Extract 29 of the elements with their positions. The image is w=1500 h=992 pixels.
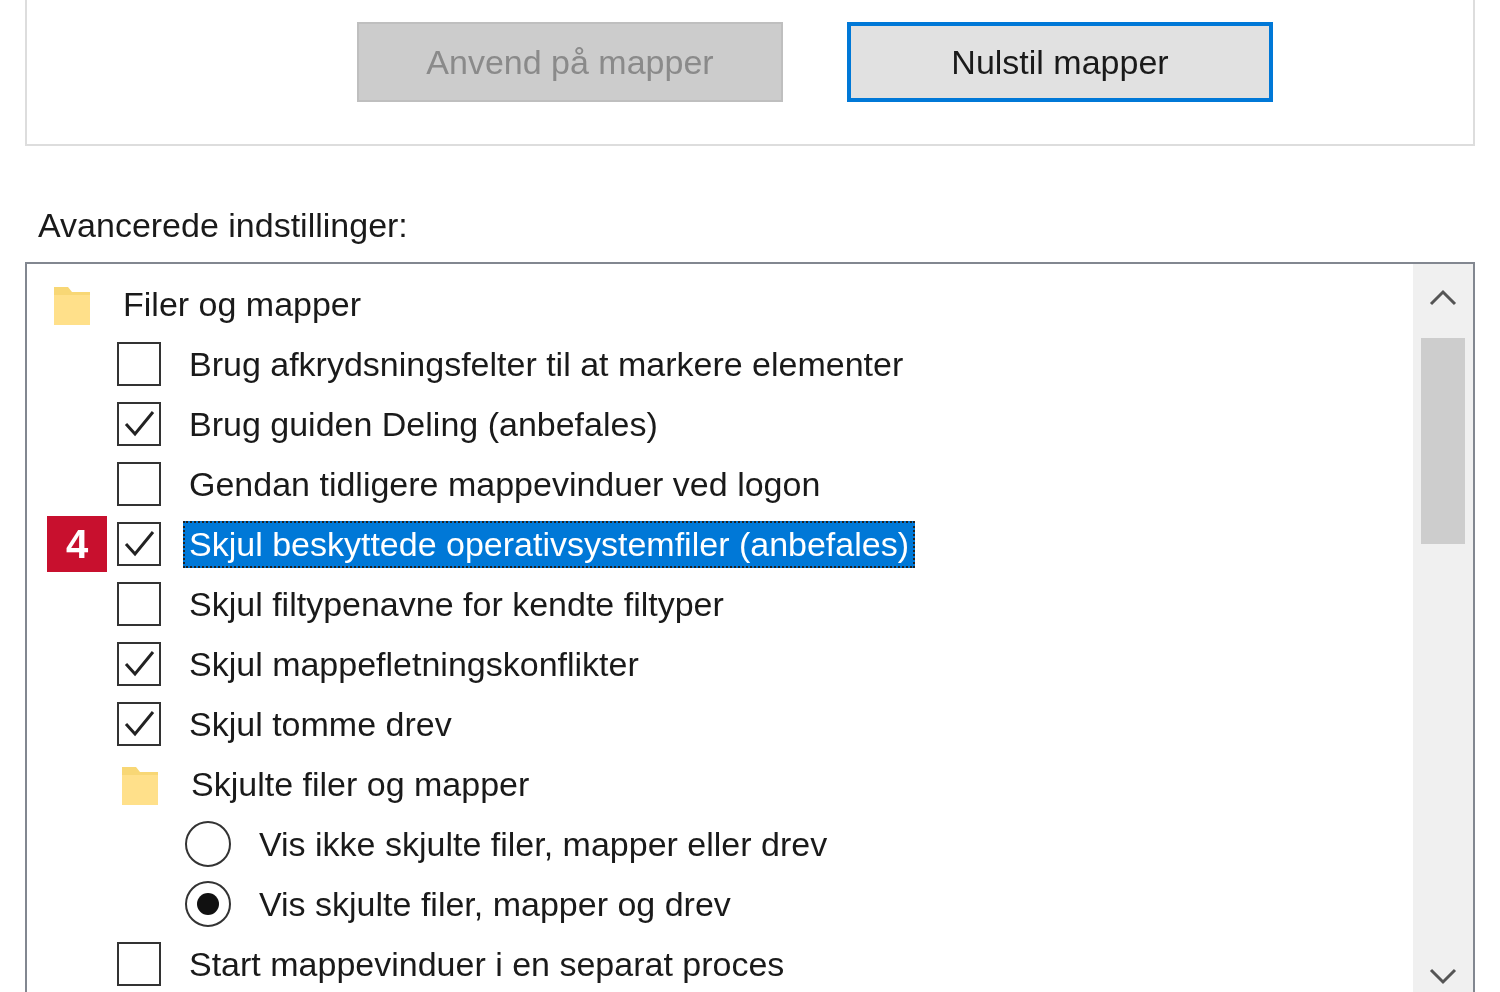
option-label[interactable]: Start mappevinduer i en separat proces [183, 940, 791, 988]
option-label[interactable]: Vis ikke skjulte filer, mapper eller drev [253, 820, 834, 868]
checkbox[interactable] [117, 522, 161, 566]
scrollbar-thumb[interactable] [1421, 338, 1465, 544]
option-label[interactable]: Brug afkrydsningsfelter til at markere elementer [183, 340, 910, 388]
checkbox[interactable] [117, 342, 161, 386]
option-label[interactable]: Skjul filtypenavne for kendte filtyper [183, 580, 730, 628]
option-label[interactable]: Skjul tomme drev [183, 700, 458, 748]
radio-button[interactable] [185, 821, 231, 867]
option-label[interactable]: Brug guiden Deling (anbefales) [183, 400, 664, 448]
step-badge: 4 [47, 516, 107, 572]
folder-button[interactable]: Nulstil mapper [847, 22, 1273, 102]
option-label[interactable]: Vis skjulte filer, mapper og drev [253, 880, 737, 928]
folder-label: Skjulte filer og mapper [190, 763, 531, 805]
folder-label: Filer og mapper [122, 283, 363, 325]
checkbox[interactable] [117, 402, 161, 446]
scrollbar[interactable] [1413, 264, 1473, 992]
scroll-up-icon[interactable] [1428, 288, 1458, 308]
scroll-down-icon[interactable] [1428, 966, 1458, 986]
checkbox[interactable] [117, 642, 161, 686]
option-label[interactable]: Skjul mappefletningskonflikter [183, 640, 645, 688]
checkbox[interactable] [117, 582, 161, 626]
radio-button[interactable] [185, 881, 231, 927]
section-label: Avancerede indstillinger: [38, 206, 409, 246]
checkbox[interactable] [117, 942, 161, 986]
checkbox[interactable] [117, 462, 161, 506]
checkbox[interactable] [117, 702, 161, 746]
option-label[interactable]: Skjul beskyttede operativsystemfiler (anbefales) [183, 520, 915, 568]
option-label[interactable]: Gendan tidligere mappevinduer ved logon [183, 460, 827, 508]
